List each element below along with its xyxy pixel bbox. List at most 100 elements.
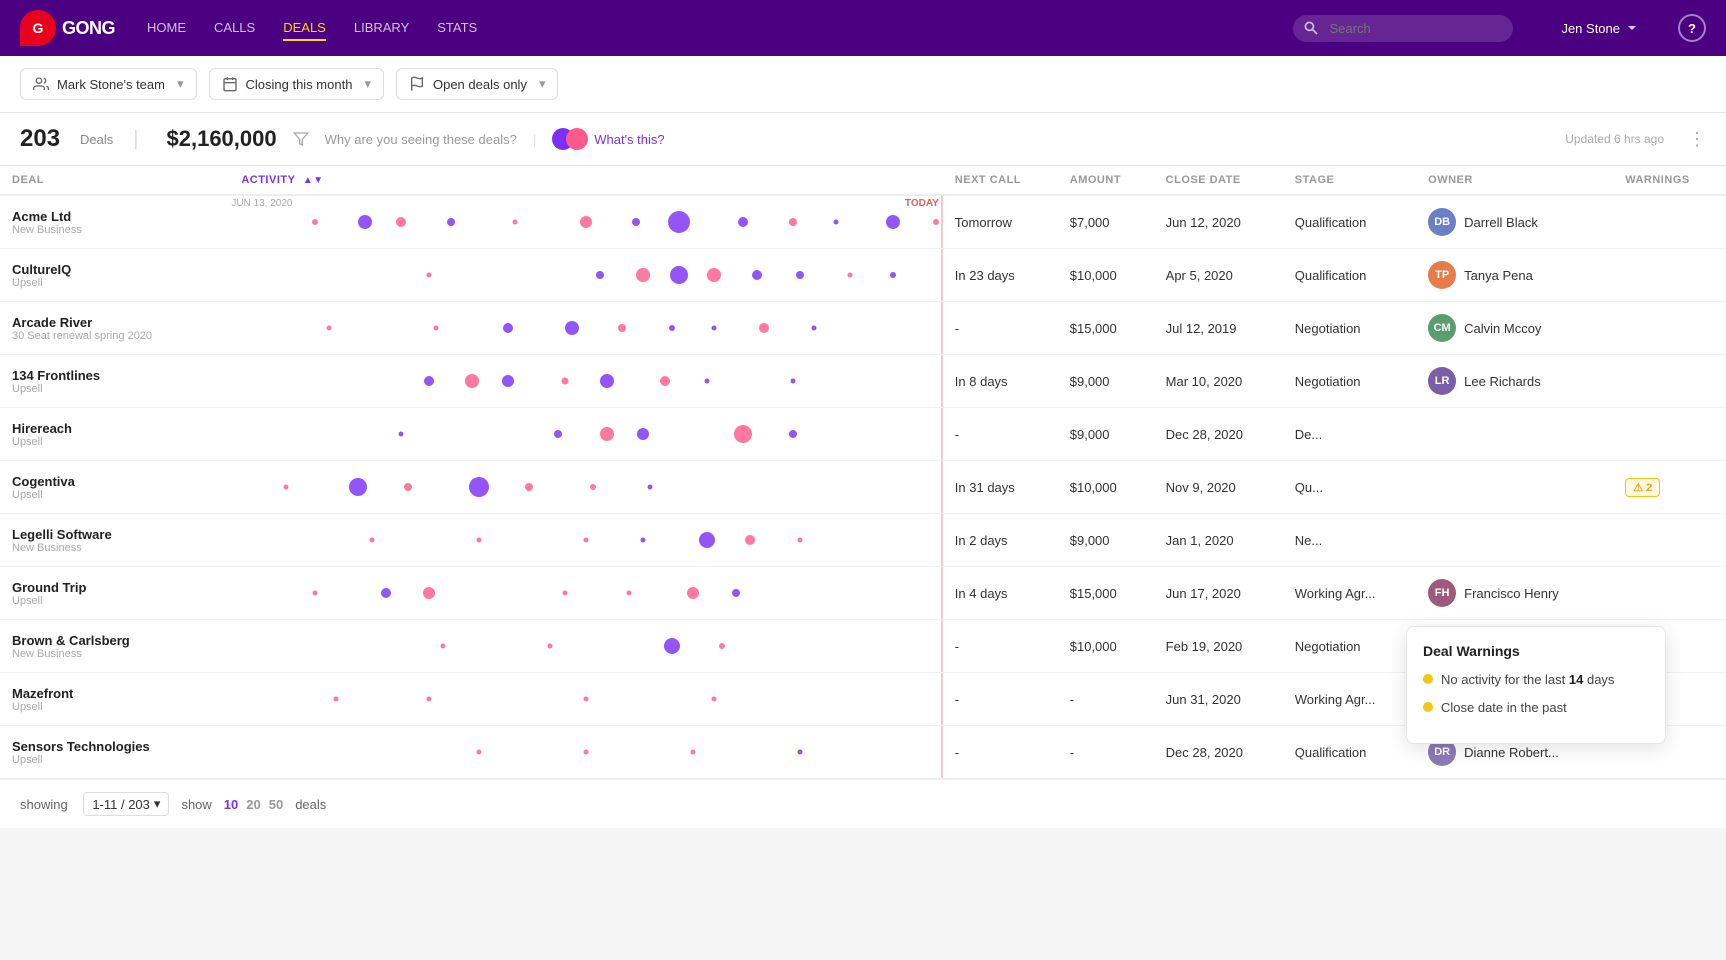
whats-this-label: What's this? (594, 132, 664, 147)
owner-cell: LR Lee Richards (1416, 355, 1613, 408)
activity-chart (229, 461, 942, 513)
popover-text-1: No activity for the last 14 days (1441, 671, 1614, 689)
show-options: 10 20 50 (224, 797, 283, 812)
owner-name: Tanya Pena (1464, 268, 1533, 283)
whats-this[interactable]: What's this? (552, 128, 664, 150)
amount-cell: $9,000 (1058, 355, 1154, 408)
stage-cell: Qualification (1283, 726, 1416, 779)
today-line (941, 461, 943, 513)
nav-library[interactable]: LIBRARY (354, 16, 409, 41)
col-close-date[interactable]: CLOSE DATE (1154, 166, 1283, 195)
help-button[interactable]: ? (1678, 14, 1706, 42)
logo[interactable]: G GONG (20, 10, 115, 46)
table-row[interactable]: Acme LtdNew Business JUN 13, 2020 TODAY … (0, 195, 1726, 249)
deal-name-cell: Brown & CarlsbergNew Business (0, 620, 229, 673)
stage-cell: Negotiation (1283, 620, 1416, 673)
activity-cell (229, 726, 942, 779)
col-amount[interactable]: AMOUNT (1058, 166, 1154, 195)
activity-bubble (707, 268, 721, 282)
warning-badge[interactable]: ⚠ 2 (1625, 478, 1660, 497)
today-line (941, 408, 943, 460)
table-row[interactable]: Arcade River30 Seat renewal spring 2020 … (0, 302, 1726, 355)
show-50[interactable]: 50 (269, 797, 283, 812)
next-call-cell: In 4 days (943, 567, 1058, 620)
activity-bubble (477, 750, 482, 755)
col-owner[interactable]: OWNER (1416, 166, 1613, 195)
deal-name: Acme Ltd (12, 209, 217, 224)
col-next-call[interactable]: NEXT CALL (943, 166, 1058, 195)
stage-cell: Working Agr... (1283, 567, 1416, 620)
col-activity[interactable]: ACTIVITY ▲▼ (229, 166, 942, 195)
next-call-cell: - (943, 726, 1058, 779)
table-row[interactable]: Legelli SoftwareNew Business In 2 days$9… (0, 514, 1726, 567)
activity-bubble (358, 215, 372, 229)
deal-name: Arcade River (12, 315, 217, 330)
activity-bubble (719, 643, 725, 649)
col-stage[interactable]: STAGE (1283, 166, 1416, 195)
pink-circle (566, 128, 588, 150)
close-date-cell: Jun 12, 2020 (1154, 195, 1283, 249)
period-filter[interactable]: Closing this month ▾ (209, 68, 384, 100)
owner-avatar: TP (1428, 261, 1456, 289)
table-row[interactable]: Ground TripUpsell In 4 days$15,000Jun 17… (0, 567, 1726, 620)
owner-info: LR Lee Richards (1428, 367, 1601, 395)
next-call-cell: - (943, 408, 1058, 461)
activity-bubble (798, 750, 803, 755)
activity-bubble (396, 217, 406, 227)
table-row[interactable]: 134 FrontlinesUpsell In 8 days$9,000Mar … (0, 355, 1726, 408)
nav-calls[interactable]: CALLS (214, 16, 255, 41)
activity-bubble (398, 432, 403, 437)
activity-bubble (424, 376, 434, 386)
activity-bubble (636, 268, 650, 282)
search-input[interactable] (1293, 15, 1513, 42)
flag-filter[interactable]: Open deals only ▾ (396, 68, 558, 100)
owner-name: Darrell Black (1464, 215, 1538, 230)
period-filter-chevron: ▾ (364, 76, 371, 92)
filter-icon (293, 131, 309, 147)
deal-name: Legelli Software (12, 527, 217, 542)
amount-cell: $15,000 (1058, 567, 1154, 620)
close-date-cell: Apr 5, 2020 (1154, 249, 1283, 302)
page-select-chevron: ▾ (154, 796, 161, 812)
activity-bubble (833, 220, 838, 225)
activity-cell (229, 514, 942, 567)
team-filter[interactable]: Mark Stone's team ▾ (20, 68, 197, 100)
amount-cell: $10,000 (1058, 461, 1154, 514)
activity-bubble (669, 325, 675, 331)
today-line (941, 514, 943, 566)
table-row[interactable]: HirereachUpsell -$9,000Dec 28, 2020De... (0, 408, 1726, 461)
activity-chart (229, 567, 942, 619)
show-10[interactable]: 10 (224, 797, 238, 812)
activity-bubble (584, 697, 589, 702)
table-row[interactable]: CogentivaUpsell In 31 days$10,000Nov 9, … (0, 461, 1726, 514)
activity-bubble (626, 591, 631, 596)
activity-bubble (404, 483, 412, 491)
col-deal[interactable]: DEAL (0, 166, 229, 195)
nav-stats[interactable]: STATS (437, 16, 477, 41)
activity-bubble (789, 430, 797, 438)
activity-bubble (660, 376, 670, 386)
activity-bubble (600, 374, 614, 388)
activity-bubble (890, 272, 896, 278)
user-menu[interactable]: Jen Stone (1561, 21, 1638, 36)
table-row[interactable]: CultureIQUpsell In 23 days$10,000Apr 5, … (0, 249, 1726, 302)
team-icon (33, 76, 49, 92)
activity-bubble (525, 483, 533, 491)
activity-bubble (712, 326, 717, 331)
today-label: TODAY (905, 198, 939, 209)
more-options-icon[interactable]: ⋮ (1688, 129, 1706, 150)
activity-cell (229, 408, 942, 461)
next-call-cell: In 23 days (943, 249, 1058, 302)
col-warnings[interactable]: WARNINGS (1613, 166, 1726, 195)
page-select[interactable]: 1-11 / 203 ▾ (83, 792, 169, 816)
team-filter-label: Mark Stone's team (57, 77, 165, 92)
today-line (941, 302, 943, 354)
nav-deals[interactable]: DEALS (283, 16, 326, 41)
stage-cell: Working Agr... (1283, 673, 1416, 726)
why-text[interactable]: Why are you seeing these deals? (325, 132, 517, 147)
show-20[interactable]: 20 (246, 797, 260, 812)
deal-type: 30 Seat renewal spring 2020 (12, 330, 217, 342)
nav-home[interactable]: HOME (147, 16, 186, 41)
deal-name-cell: 134 FrontlinesUpsell (0, 355, 229, 408)
activity-bubble (312, 219, 318, 225)
